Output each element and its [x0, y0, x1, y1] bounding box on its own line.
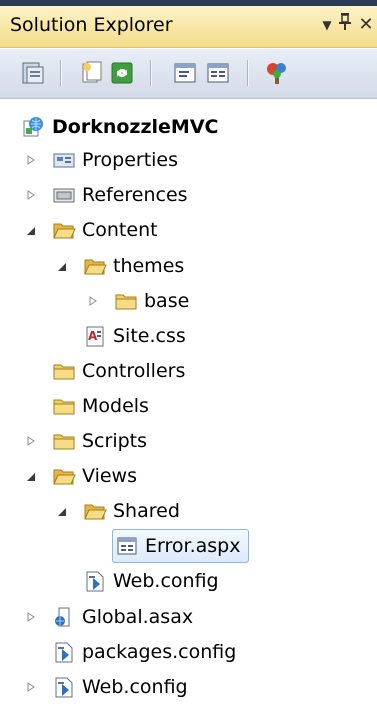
properties-icon[interactable] — [18, 58, 48, 88]
tree-item-models[interactable]: Models — [52, 389, 149, 423]
expand-arrow-collapsed-icon[interactable] — [24, 153, 38, 167]
expand-arrow-expanded-icon[interactable] — [55, 260, 69, 274]
config-file-icon — [83, 570, 107, 592]
tree-item-global-asax[interactable]: Global.asax — [52, 600, 193, 634]
expand-arrow-expanded-icon[interactable] — [55, 505, 69, 519]
expand-arrow-collapsed-icon[interactable] — [24, 188, 38, 202]
folder-open-icon — [83, 255, 107, 277]
expand-arrow-collapsed-icon[interactable] — [24, 680, 38, 694]
solution-explorer-toolbar — [0, 49, 377, 99]
web-project-icon — [22, 116, 46, 138]
folder-open-icon — [52, 465, 76, 487]
global-asax-icon — [52, 606, 76, 628]
references-icon — [52, 184, 76, 206]
tree-item-properties[interactable]: Properties — [52, 143, 178, 177]
tree-item-root-web-config[interactable]: Web.config — [52, 670, 188, 704]
view-class-diagram-icon[interactable] — [262, 58, 292, 88]
tool-window-title: Solution Explorer — [10, 14, 173, 36]
auto-hide-pin-icon[interactable] — [334, 12, 356, 38]
tree-item-scripts[interactable]: Scripts — [52, 424, 147, 458]
tree-item-error-aspx[interactable]: Error.aspx — [112, 529, 250, 563]
toolbar-separator — [247, 60, 248, 86]
close-icon[interactable]: ✕ — [355, 12, 377, 38]
tree-item-content[interactable]: Content — [52, 213, 158, 247]
aspx-file-icon — [115, 535, 139, 557]
view-designer-icon[interactable] — [203, 58, 233, 88]
tree-item-views[interactable]: Views — [52, 459, 137, 493]
tree-item-shared[interactable]: Shared — [83, 494, 180, 528]
project-name: DorknozzleMVC — [52, 116, 219, 138]
toolbar-separator — [60, 60, 61, 86]
expand-arrow-collapsed-icon[interactable] — [24, 434, 38, 448]
svg-text:A: A — [88, 329, 98, 343]
folder-icon — [52, 430, 76, 452]
tree-item-references[interactable]: References — [52, 178, 188, 212]
tree-item-controllers[interactable]: Controllers — [52, 354, 185, 388]
folder-icon — [114, 290, 138, 312]
tree-item-views-web-config[interactable]: Web.config — [83, 564, 219, 598]
tree-item-themes[interactable]: themes — [83, 249, 184, 283]
view-code-icon[interactable] — [170, 58, 200, 88]
css-file-icon: A — [83, 325, 107, 347]
solution-tree: DorknozzleMVC Properties References Cont… — [0, 100, 377, 722]
expand-arrow-expanded-icon[interactable] — [24, 470, 38, 484]
config-file-icon — [52, 641, 76, 663]
show-all-files-icon[interactable] — [77, 58, 107, 88]
tree-item-project[interactable]: DorknozzleMVC — [22, 110, 218, 144]
tree-item-site-css[interactable]: A Site.css — [83, 319, 186, 353]
folder-open-icon — [83, 500, 107, 522]
expand-arrow-collapsed-icon[interactable] — [86, 294, 100, 308]
tree-item-packages-config[interactable]: packages.config — [52, 635, 236, 669]
folder-icon — [52, 395, 76, 417]
folder-icon — [52, 360, 76, 382]
toolbar-separator — [150, 60, 151, 86]
tree-item-base[interactable]: base — [114, 284, 189, 318]
expand-arrow-expanded-icon[interactable] — [24, 224, 38, 238]
folder-open-icon — [52, 219, 76, 241]
expand-arrow-collapsed-icon[interactable] — [24, 610, 38, 624]
refresh-icon[interactable] — [107, 58, 137, 88]
config-file-icon — [52, 676, 76, 698]
tool-window-title-bar[interactable]: Solution Explorer ▼ ✕ — [0, 6, 377, 48]
properties-folder-icon — [52, 149, 76, 171]
